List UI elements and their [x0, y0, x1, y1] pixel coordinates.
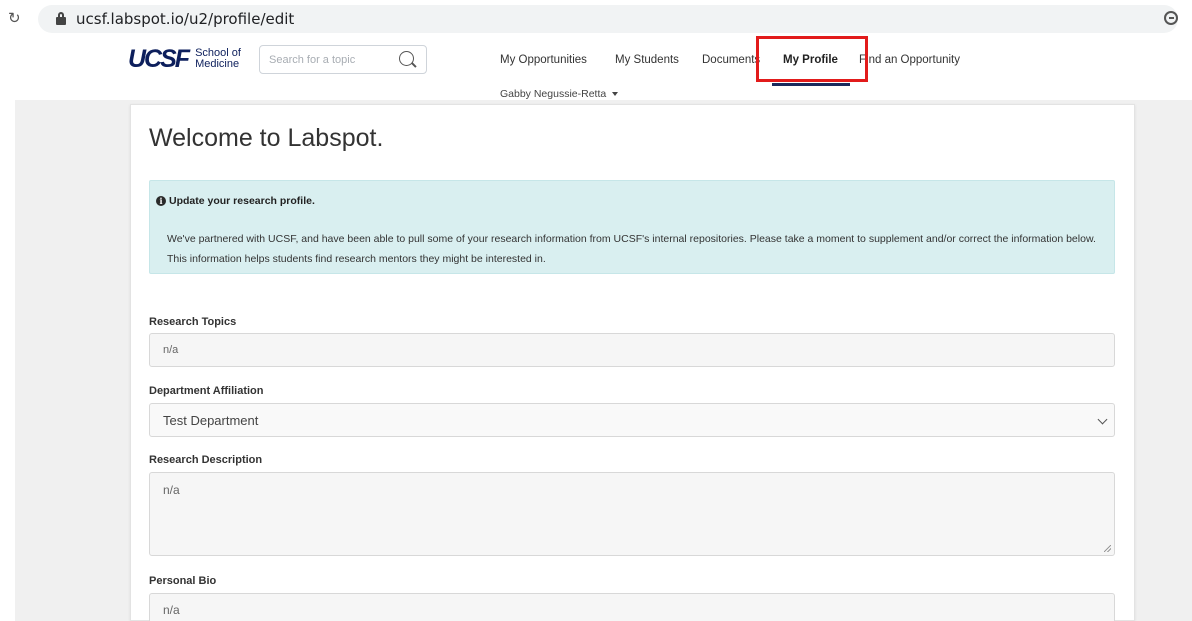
- browser-toolbar: ↻ ucsf.labspot.io/u2/profile/edit: [0, 0, 1192, 38]
- personal-bio-value: n/a: [163, 603, 180, 617]
- logo-wordmark: UCSF: [128, 44, 190, 73]
- alert-heading: i Update your research profile.: [156, 195, 315, 207]
- alert-body: We've partnered with UCSF, and have been…: [167, 233, 1096, 265]
- search-box: [259, 45, 427, 74]
- nav-find-an-opportunity[interactable]: Find an Opportunity: [857, 54, 961, 66]
- personal-bio-label: Personal Bio: [149, 575, 217, 587]
- research-topics-input[interactable]: n/a: [149, 333, 1115, 367]
- lock-icon[interactable]: [56, 12, 66, 25]
- active-tab-indicator: [772, 83, 850, 86]
- personal-bio-textarea[interactable]: n/a: [149, 593, 1115, 621]
- ucsf-logo[interactable]: UCSF School of Medicine: [128, 45, 241, 73]
- nav-my-students[interactable]: My Students: [615, 54, 679, 66]
- department-affiliation-select[interactable]: Test Department: [149, 403, 1115, 437]
- search-input[interactable]: [269, 52, 389, 68]
- highlight-annotation: [756, 36, 868, 82]
- user-name: Gabby Negussie-Retta: [500, 88, 607, 100]
- logo-subtitle-line2: Medicine: [195, 58, 240, 70]
- info-alert: i Update your research profile. We've pa…: [149, 180, 1115, 274]
- research-description-label: Research Description: [149, 454, 263, 466]
- department-affiliation-label: Department Affiliation: [149, 385, 264, 397]
- research-description-textarea[interactable]: n/a: [149, 472, 1115, 556]
- research-description-value: n/a: [163, 483, 180, 497]
- resize-handle-icon[interactable]: [1104, 545, 1111, 552]
- alert-heading-text: Update your research profile.: [169, 195, 315, 207]
- research-topics-label: Research Topics: [149, 316, 237, 328]
- nav-my-opportunities[interactable]: My Opportunities: [500, 54, 587, 66]
- search-icon[interactable]: [399, 51, 414, 66]
- nav-documents[interactable]: Documents: [702, 54, 760, 66]
- caret-down-icon: [612, 92, 619, 97]
- reload-icon[interactable]: ↻: [8, 9, 21, 27]
- page-title: Welcome to Labspot.: [149, 124, 384, 152]
- logo-subtitle: School of Medicine: [195, 48, 241, 70]
- info-icon: i: [156, 196, 166, 206]
- user-menu[interactable]: Gabby Negussie-Retta: [500, 88, 619, 100]
- zoom-icon[interactable]: [1164, 11, 1178, 25]
- chevron-down-icon: [1097, 414, 1108, 425]
- address-bar[interactable]: ucsf.labspot.io/u2/profile/edit: [38, 5, 1178, 33]
- research-topics-value: n/a: [163, 344, 179, 356]
- url-text[interactable]: ucsf.labspot.io/u2/profile/edit: [76, 10, 294, 28]
- department-affiliation-value: Test Department: [163, 413, 259, 428]
